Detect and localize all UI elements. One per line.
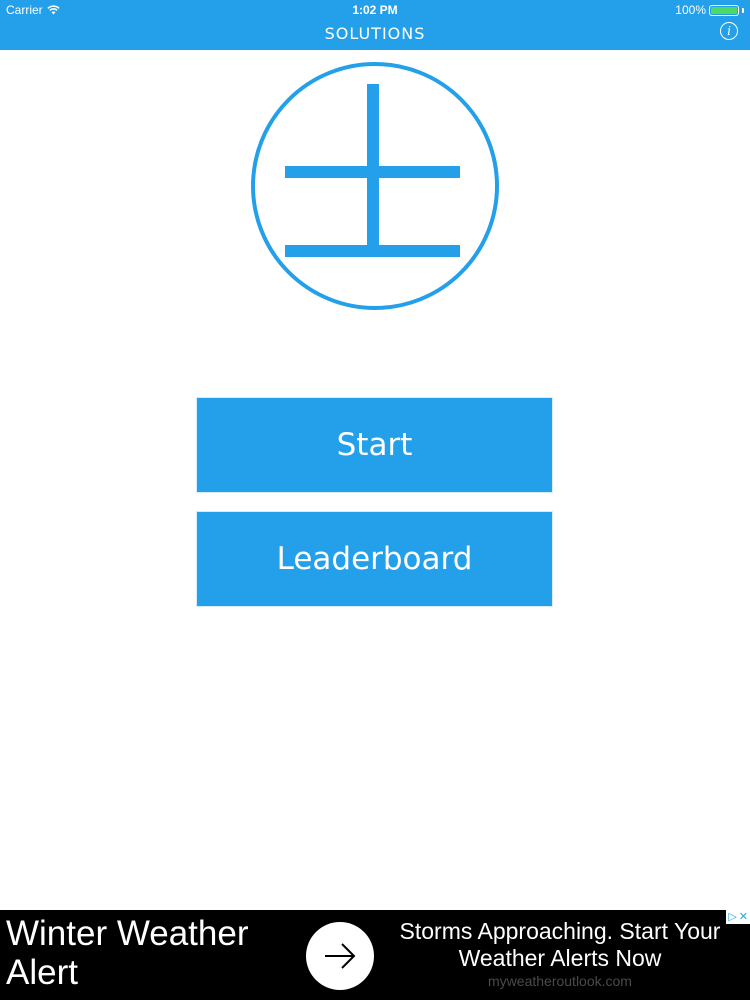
info-glyph: i bbox=[727, 24, 731, 38]
status-battery: 100% bbox=[675, 3, 744, 17]
leaderboard-button[interactable]: Leaderboard bbox=[196, 511, 553, 607]
close-icon[interactable]: ✕ bbox=[739, 911, 748, 923]
arrow-right-glyph bbox=[325, 943, 356, 969]
status-time: 1:02 PM bbox=[352, 3, 398, 17]
page-title: SOLUTIONS bbox=[324, 24, 426, 43]
arrow-right-icon[interactable] bbox=[306, 922, 374, 990]
ad-body-text: Storms Approaching. Start Your Weather A… bbox=[399, 918, 721, 971]
ad-headline: Winter Weather Alert bbox=[6, 914, 249, 992]
start-button[interactable]: Start bbox=[196, 397, 553, 493]
battery-nub bbox=[742, 7, 744, 13]
ad-url: myweatheroutlook.com bbox=[488, 973, 632, 989]
info-icon[interactable]: i bbox=[720, 22, 738, 40]
ad-choices[interactable]: ▷ ✕ bbox=[726, 910, 750, 924]
battery-percent: 100% bbox=[675, 3, 706, 17]
navigation-bar: Carrier 1:02 PM 100% SOLUTIONS i bbox=[0, 0, 750, 50]
battery-icon bbox=[709, 4, 739, 16]
ad-banner[interactable]: Winter Weather Alert Storms Approaching.… bbox=[0, 910, 750, 1000]
app-screen: Carrier 1:02 PM 100% SOLUTIONS i Start L… bbox=[0, 0, 750, 1000]
adchoices-icon[interactable]: ▷ bbox=[728, 911, 736, 923]
battery-level bbox=[711, 6, 737, 14]
earth-glyph-logo bbox=[251, 62, 499, 310]
